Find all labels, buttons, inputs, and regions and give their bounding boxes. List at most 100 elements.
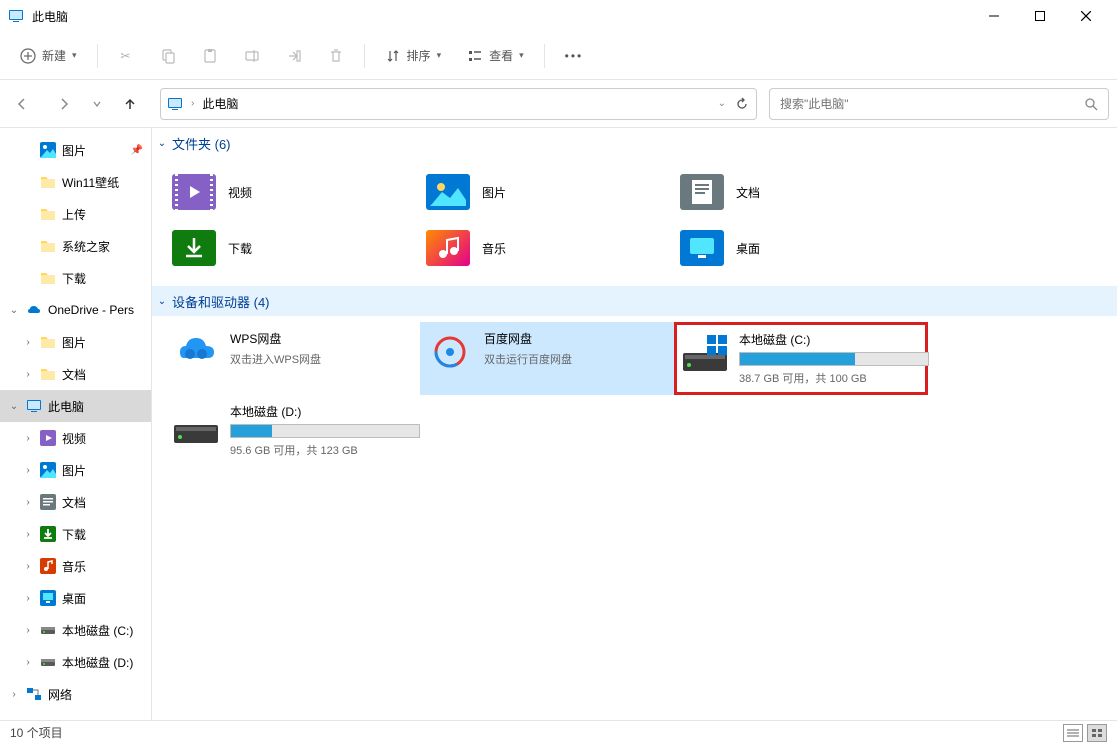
paste-icon (202, 48, 218, 64)
group-header-folders[interactable]: ⌄ 文件夹 (6) (152, 128, 1117, 158)
drive-name: WPS网盘 (230, 330, 410, 347)
sidebar-item[interactable]: 下载 (0, 262, 151, 294)
drive-item[interactable]: 本地磁盘 (C:)38.7 GB 可用，共 100 GB (674, 322, 928, 395)
more-icon: ••• (565, 49, 584, 63)
music-icon (426, 226, 470, 270)
download-icon (172, 226, 216, 270)
sidebar-item[interactable]: ›视频 (0, 422, 151, 454)
share-icon (286, 48, 302, 64)
view-button[interactable]: 查看 ▾ (457, 38, 534, 74)
view-icon (467, 48, 483, 64)
sidebar-item[interactable]: 系统之家 (0, 230, 151, 262)
folder-item[interactable]: 视频 (166, 164, 420, 220)
copy-button[interactable] (150, 38, 186, 74)
sidebar-item[interactable]: ›网络 (0, 678, 151, 710)
sidebar-label: 音乐 (62, 558, 86, 575)
chevron-icon: › (22, 337, 34, 348)
maximize-button[interactable] (1017, 0, 1063, 32)
navigation-bar: › 此电脑 ⌄ (0, 80, 1117, 128)
more-button[interactable]: ••• (555, 38, 594, 74)
sidebar-item[interactable]: ›图片 (0, 454, 151, 486)
up-button[interactable] (112, 86, 148, 122)
folder-label: 下载 (228, 240, 252, 257)
chevron-icon: › (22, 529, 34, 540)
sidebar-item[interactable]: 图片📌 (0, 134, 151, 166)
chevron-icon: › (8, 689, 20, 700)
sidebar-label: 系统之家 (62, 238, 110, 255)
share-button[interactable] (276, 38, 312, 74)
download-icon (40, 526, 56, 542)
sidebar-label: 图片 (62, 142, 86, 159)
command-bar: 新建 ▾ ✂ 排序 ▾ 查看 ▾ ••• (0, 32, 1117, 80)
drive-subtitle: 38.7 GB 可用，共 100 GB (739, 370, 929, 386)
doc-icon (40, 494, 56, 510)
wps-icon (174, 330, 218, 374)
sidebar-item[interactable]: ›文档 (0, 358, 151, 390)
sidebar-item[interactable]: ⌄此电脑 (0, 390, 151, 422)
sidebar-item[interactable]: ›本地磁盘 (C:) (0, 614, 151, 646)
breadcrumb-location[interactable]: 此电脑 (202, 95, 238, 112)
large-icons-view-toggle[interactable] (1087, 724, 1107, 742)
sidebar-label: 本地磁盘 (D:) (62, 654, 133, 671)
chevron-down-icon[interactable]: ⌄ (718, 98, 726, 109)
cut-button[interactable]: ✂ (108, 38, 144, 74)
folder-item[interactable]: 图片 (420, 164, 674, 220)
folder-icon (40, 174, 56, 190)
search-input[interactable] (780, 97, 1084, 111)
sidebar-item[interactable]: ›下载 (0, 518, 151, 550)
sidebar-label: 文档 (62, 494, 86, 511)
folder-item[interactable]: 文档 (674, 164, 928, 220)
chevron-down-icon: ⌄ (152, 138, 172, 149)
chevron-icon: › (22, 497, 34, 508)
folder-item[interactable]: 下载 (166, 220, 420, 276)
new-label: 新建 (42, 47, 66, 64)
group-drives-label: 设备和驱动器 (4) (172, 292, 270, 311)
close-button[interactable] (1063, 0, 1109, 32)
drive-item[interactable]: WPS网盘双击进入WPS网盘 (166, 322, 420, 395)
sidebar-item[interactable]: 上传 (0, 198, 151, 230)
chevron-icon: › (22, 593, 34, 604)
forward-button[interactable] (46, 86, 82, 122)
drive-item[interactable]: 百度网盘双击运行百度网盘 (420, 322, 674, 395)
trash-icon (328, 48, 344, 64)
sidebar-item[interactable]: › 本地磁盘 (D:) (0, 646, 151, 678)
sidebar-item[interactable]: Win11壁纸 (0, 166, 151, 198)
folder-item[interactable]: 音乐 (420, 220, 674, 276)
baidu-icon (428, 330, 472, 374)
search-box[interactable] (769, 88, 1109, 120)
navigation-pane[interactable]: 图片📌 Win11壁纸上传系统之家下载⌄OneDrive - Pers › 图片 › 文档… (0, 128, 152, 720)
pic-icon (40, 462, 56, 478)
pc-icon (167, 96, 183, 112)
paste-button[interactable] (192, 38, 228, 74)
new-button[interactable]: 新建 ▾ (10, 38, 87, 74)
drive-item[interactable]: 本地磁盘 (D:)95.6 GB 可用，共 123 GB (166, 395, 420, 466)
sidebar-item[interactable]: › 图片 (0, 326, 151, 358)
refresh-button[interactable] (734, 96, 750, 112)
chevron-icon: › (22, 657, 34, 668)
sidebar-item[interactable]: ›音乐 (0, 550, 151, 582)
sidebar-item[interactable]: ⌄OneDrive - Pers (0, 294, 151, 326)
chevron-right-icon: › (191, 98, 194, 109)
group-header-drives[interactable]: ⌄ 设备和驱动器 (4) (152, 286, 1117, 316)
back-button[interactable] (4, 86, 40, 122)
pc-icon (8, 8, 24, 24)
sidebar-label: 图片 (62, 334, 86, 351)
minimize-button[interactable] (971, 0, 1017, 32)
drive-name: 本地磁盘 (D:) (230, 403, 420, 420)
sidebar-item[interactable]: › 文档 (0, 486, 151, 518)
chevron-down-icon: ▾ (437, 50, 442, 61)
search-icon (1084, 97, 1098, 111)
sidebar-label: Win11壁纸 (62, 174, 119, 191)
sort-button[interactable]: 排序 ▾ (375, 38, 452, 74)
desktop-icon (680, 226, 724, 270)
address-bar[interactable]: › 此电脑 ⌄ (160, 88, 757, 120)
sidebar-item[interactable]: ›桌面 (0, 582, 151, 614)
music-icon (40, 558, 56, 574)
details-view-toggle[interactable] (1063, 724, 1083, 742)
delete-button[interactable] (318, 38, 354, 74)
doc-icon (680, 170, 724, 214)
folder-item[interactable]: 桌面 (674, 220, 928, 276)
chevron-icon: › (22, 433, 34, 444)
recent-dropdown[interactable] (88, 86, 106, 122)
rename-button[interactable] (234, 38, 270, 74)
